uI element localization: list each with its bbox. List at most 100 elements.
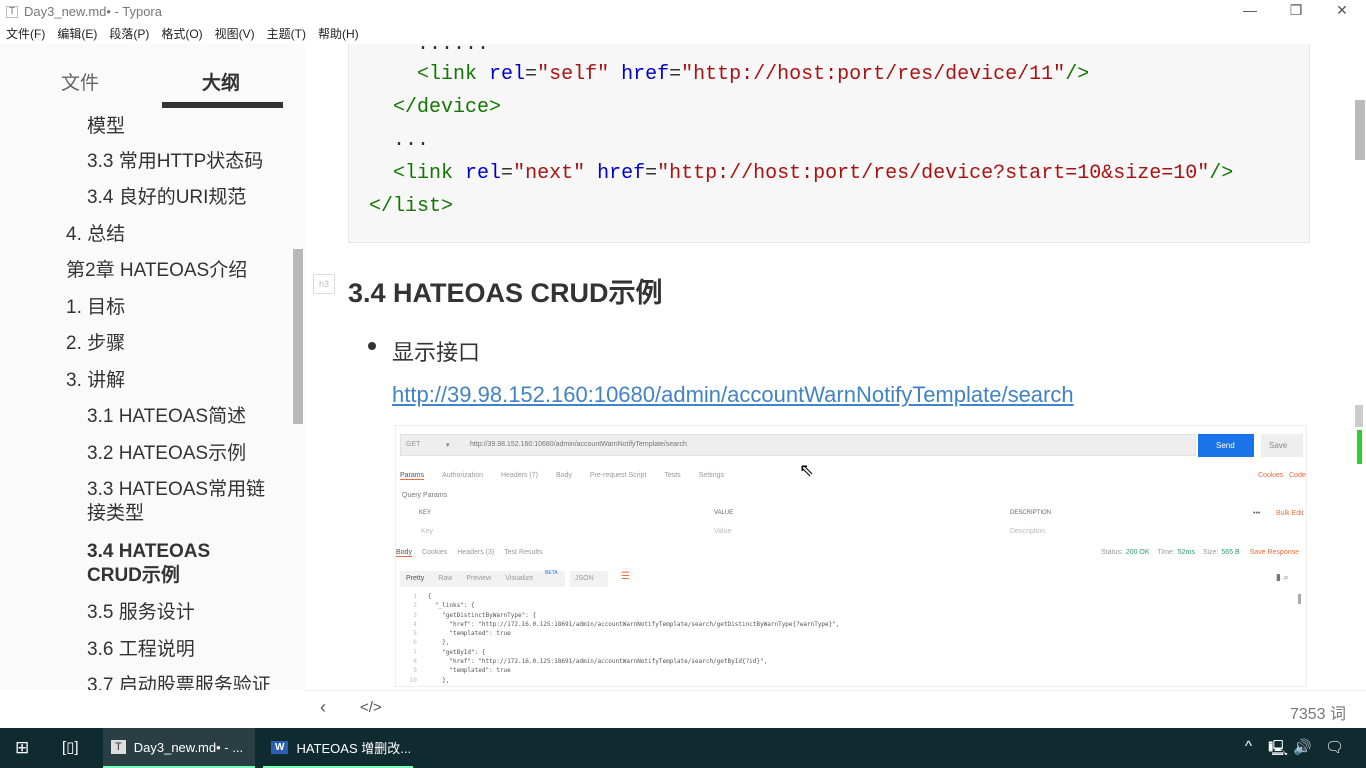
line-number: 1 — [406, 593, 428, 600]
menu-bar: 文件(F) 编辑(E) 段落(P) 格式(O) 视图(V) 主题(T) 帮助(H… — [0, 24, 1366, 44]
token: href — [597, 162, 646, 185]
token: /> — [1065, 63, 1090, 86]
chevron-down-icon: ▾ — [446, 442, 450, 449]
word-count[interactable]: 7353 词 — [1290, 700, 1346, 724]
tab-files[interactable]: 文件 — [61, 68, 99, 95]
code-line: 9 "templated": true — [406, 666, 840, 675]
menu-format[interactable]: 格式(O) — [161, 24, 202, 44]
menu-paragraph[interactable]: 段落(P) — [109, 24, 149, 44]
menu-file[interactable]: 文件(F) — [6, 24, 45, 44]
list-item: 显示接口 — [392, 340, 481, 365]
menu-view[interactable]: 视图(V) — [215, 24, 255, 44]
tab: Cookies — [421, 549, 448, 556]
volume-icon[interactable]: 🔊 — [1293, 738, 1312, 756]
outline-item[interactable]: 3.6 工程说明 — [87, 638, 195, 662]
line-number: 6 — [406, 639, 428, 647]
code-text: { — [427, 593, 432, 600]
save-response-button: Save Response — [1249, 549, 1299, 556]
code-text: "getById": { — [427, 648, 486, 656]
menu-edit[interactable]: 编辑(E) — [57, 24, 97, 44]
token: <link — [393, 162, 454, 185]
editor[interactable]: ...... <link rel="self" href="http://hos… — [305, 44, 1366, 690]
tab: Body — [555, 472, 572, 479]
query-params-label: Query Params — [402, 492, 448, 499]
save-button: Save — [1261, 434, 1303, 457]
line-number: 8 — [406, 658, 428, 666]
outline-item[interactable]: 3.4 良好的URI规范 — [87, 186, 246, 210]
tab: Preview — [466, 575, 492, 582]
toggle-sidebar-icon[interactable]: ‹ — [320, 697, 326, 718]
token: rel — [465, 162, 502, 185]
tab-outline[interactable]: 大纲 — [202, 68, 240, 95]
format-select: JSON — [570, 571, 608, 587]
show-hidden-icons[interactable]: ^ — [1245, 738, 1252, 755]
menu-help[interactable]: 帮助(H) — [318, 24, 359, 44]
code-block[interactable]: ...... <link rel="self" href="http://hos… — [348, 44, 1310, 243]
value-placeholder: Value — [714, 528, 732, 535]
api-link[interactable]: http://39.98.152.160:10680/admin/account… — [392, 382, 1074, 408]
outline-item[interactable]: 3.7 启动股票服务验证 — [87, 674, 277, 690]
status-value: 200 OK — [1125, 549, 1150, 556]
code-text: "_links": { — [427, 602, 475, 610]
taskbar-app-word[interactable]: W HATEOAS 增删改... — [263, 728, 413, 768]
task-view-icon[interactable]: [▯] — [62, 738, 79, 756]
code-line: 8 "href": "http://172.16.0.125:18691/adm… — [406, 657, 840, 666]
sidebar-scrollbar[interactable] — [293, 249, 303, 424]
outline-item[interactable]: 3.2 HATEOAS示例 — [87, 442, 246, 466]
mouse-cursor-icon: ⇖ — [799, 460, 815, 480]
code-line: 1 { — [406, 592, 840, 601]
code-line: 2 "_links": { — [406, 601, 840, 610]
code-link: Code — [1289, 472, 1306, 479]
taskbar-app-typora[interactable]: T Day3_new.md• - ... — [103, 728, 255, 768]
outline-item[interactable]: 3.3 常用HTTP状态码 — [87, 150, 263, 174]
line-number: 3 — [406, 611, 428, 619]
notifications-icon[interactable]: 🗨 — [1325, 738, 1344, 756]
code-line: ... — [393, 129, 430, 152]
tab: Headers (7) — [500, 472, 538, 479]
token: "self" — [537, 63, 610, 86]
outline-item[interactable]: 3.5 服务设计 — [87, 601, 195, 625]
menu-theme[interactable]: 主题(T) — [267, 24, 306, 44]
windows-start-icon[interactable]: ⊞ — [15, 738, 29, 758]
code-line: ...... — [417, 44, 490, 56]
outline-item-active[interactable]: 3.4 HATEOAS CRUD示例 — [87, 540, 227, 588]
minimize-button[interactable]: — — [1227, 2, 1273, 22]
tab: Settings — [698, 472, 724, 479]
outline-item[interactable]: 第2章 HATEOAS介绍 — [66, 259, 247, 283]
network-icon[interactable]: 🖳 — [1268, 738, 1288, 763]
editor-scrollbar[interactable] — [1355, 100, 1365, 160]
outline-item[interactable]: 3.1 HATEOAS简述 — [87, 405, 246, 429]
outline-item[interactable]: 3.3 HATEOAS常用链接类型 — [87, 478, 277, 526]
restore-button[interactable]: ❐ — [1273, 2, 1319, 22]
tab: Pre-request Script — [589, 472, 647, 479]
token: "http://host:port/res/device/11" — [681, 63, 1066, 86]
code-text: "templated": true — [427, 667, 511, 675]
code-text: }, — [427, 639, 450, 647]
source-code-mode-icon[interactable]: </> — [360, 699, 382, 716]
code-line: 6 }, — [406, 638, 840, 647]
close-button[interactable]: ✕ — [1319, 2, 1365, 22]
code-text: "href": "http://172.16.0.125:18691/admin… — [427, 658, 768, 666]
tab: Params — [400, 472, 425, 480]
code-line: </list> — [369, 195, 454, 218]
outline-item[interactable]: 3. 讲解 — [66, 369, 125, 393]
tab: Visualize — [505, 575, 534, 582]
code-line: 4 "href": "http://172.16.0.125:18691/adm… — [406, 620, 839, 629]
response-tabs: Body Cookies Headers (3) Test Results — [396, 549, 542, 557]
outline-item[interactable]: 1. 目标 — [66, 296, 125, 320]
code-line: <link rel="self" href="http://host:port/… — [417, 63, 1090, 86]
tab: Raw — [438, 575, 453, 582]
code-line: 10 }, — [406, 676, 840, 685]
outline-item[interactable]: 模型 — [87, 115, 125, 139]
time-label: Time: — [1157, 549, 1175, 556]
sidebar: 文件 大纲 模型 3.3 常用HTTP状态码 3.4 良好的URI规范 4. 总… — [0, 44, 305, 690]
send-button: Send — [1198, 434, 1254, 457]
code-text: "getDistinctByWarnType": { — [427, 611, 537, 619]
outline-item[interactable]: 4. 总结 — [66, 223, 125, 247]
token: rel — [489, 63, 526, 86]
typora-app-icon: T — [6, 6, 18, 18]
tab: Headers (3) — [457, 549, 495, 556]
response-status: Status: 200 OK Time: 52ms Size: 565 B Save … — [1101, 549, 1299, 556]
line-number: 9 — [406, 667, 428, 675]
outline-item[interactable]: 2. 步骤 — [66, 332, 125, 356]
